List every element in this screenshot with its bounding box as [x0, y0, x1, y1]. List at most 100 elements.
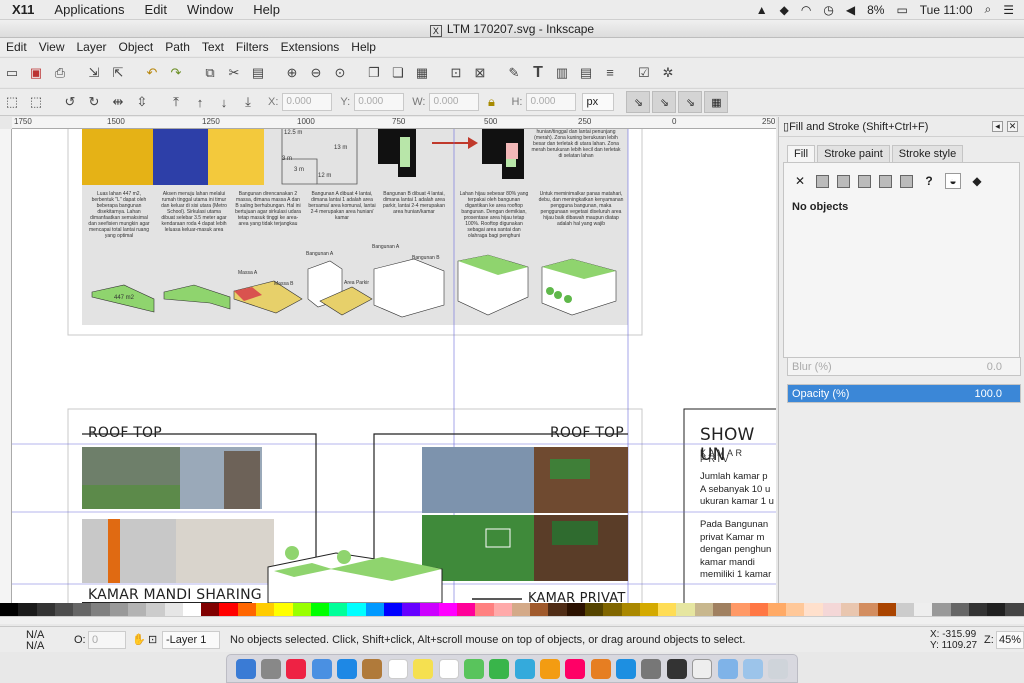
- menu-applications[interactable]: Applications: [44, 2, 134, 17]
- export-icon[interactable]: ⇱: [107, 62, 129, 84]
- palette-swatch[interactable]: [383, 603, 403, 616]
- menu-item-object[interactable]: Object: [113, 40, 160, 54]
- palette-swatch[interactable]: [621, 603, 640, 616]
- scale-stroke-icon[interactable]: ⇘: [626, 91, 651, 113]
- system-preferences-icon[interactable]: [641, 658, 662, 679]
- palette-swatch[interactable]: [767, 603, 787, 616]
- palette-swatch[interactable]: [438, 603, 458, 616]
- menu-item-view[interactable]: View: [33, 40, 71, 54]
- preferences-icon[interactable]: ✲: [657, 62, 679, 84]
- palette-swatch[interactable]: [530, 603, 549, 616]
- photos-icon[interactable]: [539, 658, 560, 679]
- unit-select[interactable]: px: [582, 93, 615, 111]
- raise-icon[interactable]: ↑: [189, 91, 211, 113]
- palette-swatch[interactable]: [164, 603, 183, 616]
- document-properties-icon[interactable]: ☑: [633, 62, 655, 84]
- palette-swatch[interactable]: [36, 603, 55, 616]
- select-all-layers-icon[interactable]: ⬚: [25, 91, 47, 113]
- palette-swatch[interactable]: [255, 603, 275, 616]
- palette-swatch[interactable]: [274, 603, 293, 616]
- palette-swatch[interactable]: [292, 603, 311, 616]
- drawing-canvas[interactable]: 12.5 m 13 m 3 m 3 m 12 m hunian/tinggal …: [12, 129, 776, 603]
- launchpad-icon[interactable]: [261, 658, 282, 679]
- import-icon[interactable]: ⇲: [83, 62, 105, 84]
- facetime-icon[interactable]: [489, 658, 510, 679]
- text-font-icon[interactable]: T: [527, 62, 549, 84]
- palette-swatch[interactable]: [347, 603, 366, 616]
- palette-swatch[interactable]: [127, 603, 147, 616]
- fill-rule-evenodd-icon[interactable]: ◒: [945, 173, 961, 189]
- spotlight-icon[interactable]: ⌕: [985, 2, 992, 17]
- trash-icon[interactable]: [768, 658, 789, 679]
- swatch-icon[interactable]: [900, 174, 913, 188]
- palette-swatch[interactable]: [1005, 603, 1024, 616]
- palette-swatch[interactable]: [201, 603, 220, 616]
- palette-swatch[interactable]: [365, 603, 384, 616]
- palette-swatch[interactable]: [859, 603, 878, 616]
- finder-icon[interactable]: [235, 658, 256, 679]
- clock[interactable]: Tue 11:00: [920, 3, 973, 17]
- cut-icon[interactable]: ✂: [223, 62, 245, 84]
- palette-swatch[interactable]: [731, 603, 750, 616]
- dock-collapse-icon[interactable]: ◂: [992, 121, 1003, 132]
- dock-close-icon[interactable]: ✕: [1007, 121, 1018, 132]
- palette-swatch[interactable]: [548, 603, 567, 616]
- battery-icon[interactable]: ▭: [896, 3, 907, 17]
- pattern-icon[interactable]: [879, 174, 892, 188]
- scale-corners-icon[interactable]: ⇘: [652, 91, 677, 113]
- lock-layer-icon[interactable]: ⊡: [148, 633, 157, 646]
- app-store-icon[interactable]: [311, 658, 332, 679]
- palette-swatch[interactable]: [237, 603, 256, 616]
- paste-icon[interactable]: ▤: [247, 62, 269, 84]
- menu-item-edit[interactable]: Edit: [0, 40, 33, 54]
- applications-folder-icon[interactable]: [742, 658, 763, 679]
- palette-swatch[interactable]: [310, 603, 330, 616]
- unset-paint-icon[interactable]: ?: [921, 173, 937, 189]
- palette-swatch[interactable]: [658, 603, 677, 616]
- menu-item-extensions[interactable]: Extensions: [275, 40, 346, 54]
- time-machine-icon[interactable]: ◷: [823, 3, 833, 17]
- downloads-folder-icon[interactable]: [717, 658, 738, 679]
- menu-item-filters[interactable]: Filters: [230, 40, 275, 54]
- palette-swatch[interactable]: [987, 603, 1006, 616]
- palette-swatch[interactable]: [420, 603, 439, 616]
- palette-swatch[interactable]: [219, 603, 238, 616]
- palette-swatch[interactable]: [895, 603, 915, 616]
- undo-icon[interactable]: ↶: [141, 62, 163, 84]
- duplicate-icon[interactable]: ❐: [363, 62, 385, 84]
- xml-editor-icon[interactable]: ▥: [551, 62, 573, 84]
- tab-fill[interactable]: Fill: [787, 145, 816, 162]
- palette-swatch[interactable]: [950, 603, 969, 616]
- palette-swatch[interactable]: [402, 603, 421, 616]
- lower-to-bottom-icon[interactable]: ⤓: [237, 91, 259, 113]
- palette-swatch[interactable]: [585, 603, 604, 616]
- print-icon[interactable]: ⎙: [49, 62, 71, 84]
- notification-center-icon[interactable]: ☰: [1003, 3, 1014, 17]
- drive-icon[interactable]: ▲: [756, 3, 768, 17]
- x11-icon[interactable]: [692, 658, 713, 679]
- zoom-page-icon[interactable]: ⊙: [329, 62, 351, 84]
- zoom-input[interactable]: 45%: [996, 631, 1024, 649]
- tab-stroke-paint[interactable]: Stroke paint: [817, 145, 890, 162]
- opacity-slider[interactable]: Opacity (%) 100.0: [787, 384, 1021, 403]
- calendar-icon[interactable]: [387, 658, 408, 679]
- palette-swatch[interactable]: [457, 603, 476, 616]
- palette-swatch[interactable]: [639, 603, 659, 616]
- appstore-icon[interactable]: [616, 658, 637, 679]
- palette-swatch[interactable]: [804, 603, 823, 616]
- group-icon[interactable]: ⊡: [445, 62, 467, 84]
- dropbox-icon[interactable]: ◆: [780, 3, 789, 17]
- ungroup-icon[interactable]: ⊠: [469, 62, 491, 84]
- fill-rule-nonzero-icon[interactable]: ◆: [969, 173, 985, 189]
- menu-item-layer[interactable]: Layer: [70, 40, 112, 54]
- palette-swatch[interactable]: [914, 603, 933, 616]
- palette-swatch[interactable]: [146, 603, 165, 616]
- blur-slider[interactable]: Blur (%) 0.0: [787, 357, 1021, 376]
- raise-to-top-icon[interactable]: ⤒: [165, 91, 187, 113]
- layers-icon[interactable]: ▤: [575, 62, 597, 84]
- messages-icon[interactable]: [514, 658, 535, 679]
- palette-swatch[interactable]: [712, 603, 732, 616]
- menu-item-text[interactable]: Text: [196, 40, 230, 54]
- palette-swatch[interactable]: [73, 603, 92, 616]
- volume-icon[interactable]: ◀: [846, 3, 855, 17]
